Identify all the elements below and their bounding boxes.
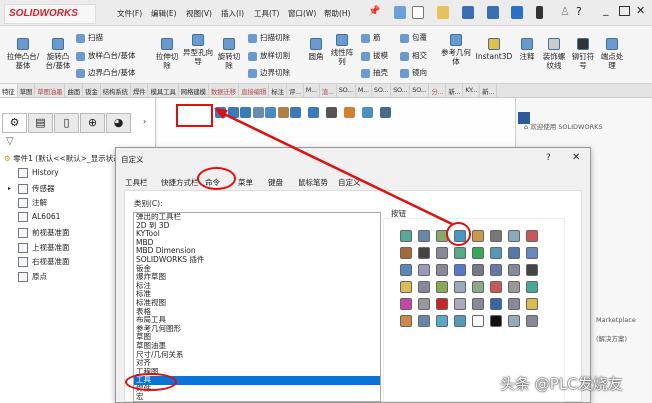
watermark: 头条 @PLC发烧友 — [500, 375, 623, 393]
drag-arrow — [214, 108, 453, 226]
